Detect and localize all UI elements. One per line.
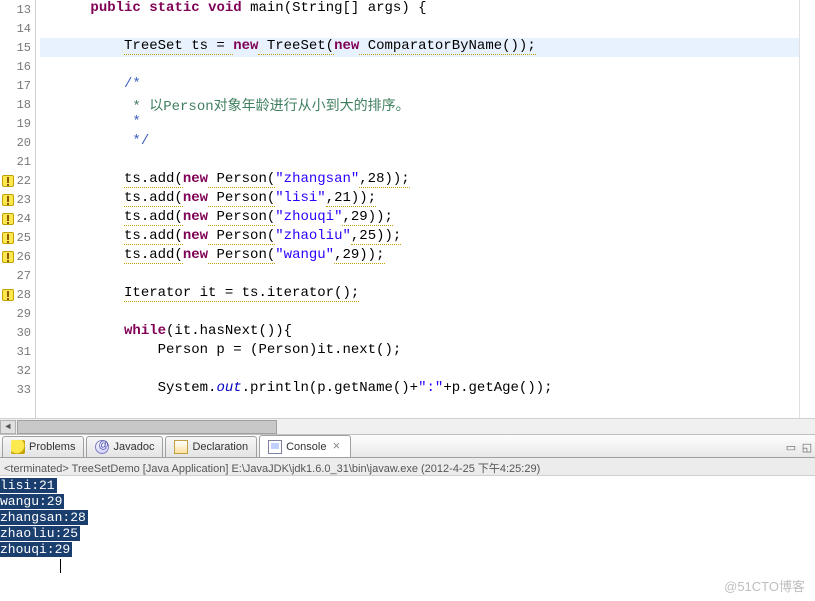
warning-icon[interactable] [2, 175, 14, 187]
console-icon [268, 440, 282, 454]
warning-icon[interactable] [2, 213, 14, 225]
code-editor[interactable]: 1314151617181920212223242526272829303132… [0, 0, 815, 418]
gutter-line-15[interactable]: 15 [0, 38, 35, 57]
code-line-24[interactable]: ts.add(new Person("zhouqi",29)); [40, 209, 799, 228]
gutter-line-31[interactable]: 31 [0, 342, 35, 361]
code-line-23[interactable]: ts.add(new Person("lisi",21)); [40, 190, 799, 209]
line-gutter: 1314151617181920212223242526272829303132… [0, 0, 36, 418]
gutter-line-27[interactable]: 27 [0, 266, 35, 285]
tab-problems[interactable]: Problems [2, 436, 84, 457]
gutter-line-32[interactable]: 32 [0, 361, 35, 380]
code-pane[interactable]: public static void main(String[] args) {… [36, 0, 799, 418]
scroll-left-arrow-icon[interactable]: ◄ [0, 420, 16, 434]
code-line-31[interactable]: Person p = (Person)it.next(); [40, 342, 799, 361]
tab-label: Console [286, 441, 326, 453]
gutter-line-16[interactable]: 16 [0, 57, 35, 76]
gutter-line-13[interactable]: 13 [0, 0, 35, 19]
tab-console[interactable]: Console × [259, 435, 351, 457]
warning-icon[interactable] [2, 289, 14, 301]
console-line: lisi:21 [0, 478, 815, 494]
overview-ruler[interactable] [799, 0, 815, 418]
console-line: zhangsan:28 [0, 510, 815, 526]
tab-javadoc[interactable]: Javadoc [86, 436, 163, 457]
gutter-line-20[interactable]: 20 [0, 133, 35, 152]
code-line-15[interactable]: TreeSet ts = new TreeSet(new ComparatorB… [40, 38, 799, 57]
code-line-30[interactable]: while(it.hasNext()){ [40, 323, 799, 342]
close-icon[interactable]: × [330, 441, 342, 453]
horizontal-scrollbar[interactable]: ◄ [0, 418, 815, 434]
gutter-line-23[interactable]: 23 [0, 190, 35, 209]
warning-icon[interactable] [2, 194, 14, 206]
warning-icon[interactable] [2, 232, 14, 244]
code-line-25[interactable]: ts.add(new Person("zhaoliu",25)); [40, 228, 799, 247]
gutter-line-28[interactable]: 28 [0, 285, 35, 304]
code-line-19[interactable]: * [40, 114, 799, 133]
problems-icon [11, 440, 25, 454]
tab-declaration[interactable]: Declaration [165, 436, 257, 457]
code-line-32[interactable] [40, 361, 799, 380]
gutter-line-30[interactable]: 30 [0, 323, 35, 342]
view-tabs: Problems Javadoc Declaration Console × ▭… [0, 434, 815, 458]
code-line-33[interactable]: System.out.println(p.getName()+":"+p.get… [40, 380, 799, 399]
code-line-14[interactable] [40, 19, 799, 38]
code-line-28[interactable]: Iterator it = ts.iterator(); [40, 285, 799, 304]
gutter-line-26[interactable]: 26 [0, 247, 35, 266]
gutter-line-21[interactable]: 21 [0, 152, 35, 171]
warning-icon[interactable] [2, 251, 14, 263]
minimize-view-icon[interactable]: ▭ [783, 441, 799, 457]
console-output[interactable]: lisi:21 wangu:29 zhangsan:28 zhaoliu:25 … [0, 476, 815, 581]
gutter-line-33[interactable]: 33 [0, 380, 35, 399]
code-line-29[interactable] [40, 304, 799, 323]
gutter-line-25[interactable]: 25 [0, 228, 35, 247]
code-line-21[interactable] [40, 152, 799, 171]
code-line-17[interactable]: /* [40, 76, 799, 95]
console-line: zhaoliu:25 [0, 526, 815, 542]
gutter-line-14[interactable]: 14 [0, 19, 35, 38]
text-cursor [0, 558, 815, 573]
scroll-thumb[interactable] [17, 420, 277, 434]
gutter-line-18[interactable]: 18 [0, 95, 35, 114]
code-line-13[interactable]: public static void main(String[] args) { [40, 0, 799, 19]
code-line-20[interactable]: */ [40, 133, 799, 152]
gutter-line-19[interactable]: 19 [0, 114, 35, 133]
watermark: @51CTO博客 [724, 576, 805, 595]
tab-label: Javadoc [113, 441, 154, 453]
code-line-27[interactable] [40, 266, 799, 285]
tab-label: Declaration [192, 441, 248, 453]
console-line: wangu:29 [0, 494, 815, 510]
declaration-icon [174, 440, 188, 454]
code-line-22[interactable]: ts.add(new Person("zhangsan",28)); [40, 171, 799, 190]
console-header: <terminated> TreeSetDemo [Java Applicati… [0, 458, 815, 476]
code-line-18[interactable]: * 以Person对象年龄进行从小到大的排序。 [40, 95, 799, 114]
code-line-26[interactable]: ts.add(new Person("wangu",29)); [40, 247, 799, 266]
maximize-view-icon[interactable]: ◱ [799, 441, 815, 457]
console-line: zhouqi:29 [0, 542, 815, 558]
javadoc-icon [95, 440, 109, 454]
gutter-line-29[interactable]: 29 [0, 304, 35, 323]
gutter-line-17[interactable]: 17 [0, 76, 35, 95]
gutter-line-22[interactable]: 22 [0, 171, 35, 190]
gutter-line-24[interactable]: 24 [0, 209, 35, 228]
code-line-16[interactable] [40, 57, 799, 76]
tab-label: Problems [29, 441, 75, 453]
